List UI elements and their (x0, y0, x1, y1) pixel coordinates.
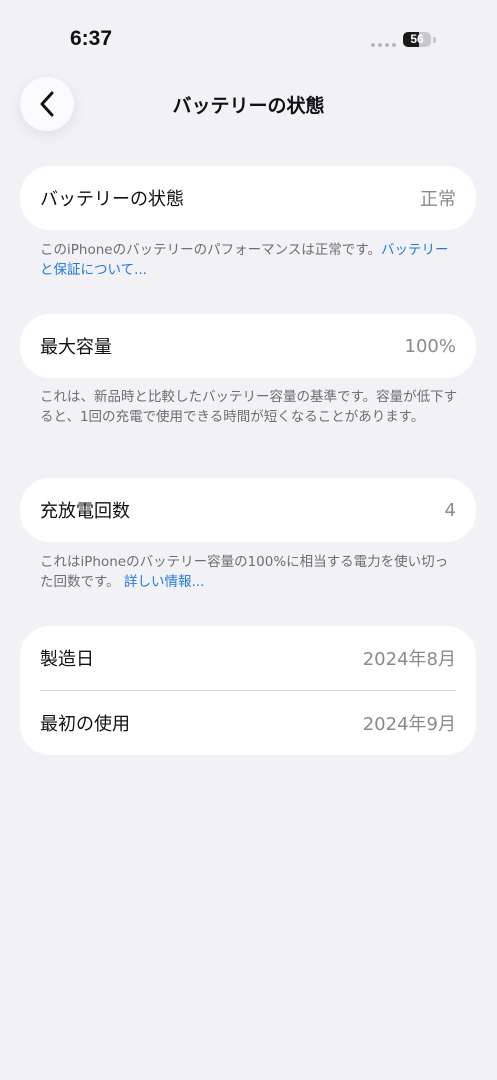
cycle-count-row: 充放電回数 4 (40, 478, 456, 542)
first-use-label: 最初の使用 (40, 714, 130, 735)
first-use-value: 2024年9月 (362, 714, 456, 735)
battery-health-card: バッテリーの状態 正常 (20, 166, 476, 230)
cellular-signal-icon (371, 43, 396, 47)
battery-level: 56 (410, 32, 424, 46)
more-info-link[interactable]: 詳しい情報... (124, 574, 204, 590)
max-capacity-footnote: これは、新品時と比較したバッテリー容量の基準です。容量が低下すると、1回の充電で… (40, 389, 458, 425)
max-capacity-row: 最大容量 100% (40, 314, 456, 378)
battery-health-label: バッテリーの状態 (40, 189, 184, 210)
max-capacity-value: 100% (404, 335, 456, 357)
cycle-count-value: 4 (444, 499, 456, 521)
max-capacity-card: 最大容量 100% (20, 314, 476, 378)
battery-health-footnote-text: このiPhoneのバッテリーのパフォーマンスは正常です。 (40, 242, 381, 258)
battery-health-value: 正常 (420, 189, 456, 210)
battery-icon: 56 (403, 32, 431, 47)
manufacture-date-value: 2024年8月 (362, 649, 456, 670)
cycle-count-label: 充放電回数 (40, 501, 130, 522)
status-bar: 6:37 56 (0, 0, 497, 70)
dates-card: 製造日 2024年8月 最初の使用 2024年9月 (20, 626, 476, 755)
cycle-count-card: 充放電回数 4 (20, 478, 476, 542)
manufacture-date-row: 製造日 2024年8月 (40, 626, 456, 690)
first-use-row: 最初の使用 2024年9月 (40, 691, 456, 755)
cycle-count-footnote-text: これはiPhoneのバッテリー容量の100%に相当する電力を使い切った回数です。 (40, 554, 449, 590)
battery-health-footnote: このiPhoneのバッテリーのパフォーマンスは正常です。バッテリーと保証について… (40, 240, 460, 280)
manufacture-date-label: 製造日 (40, 649, 94, 670)
cycle-count-footnote: これはiPhoneのバッテリー容量の100%に相当する電力を使い切った回数です。… (40, 552, 460, 592)
status-time: 6:37 (70, 27, 113, 50)
battery-health-row: バッテリーの状態 正常 (40, 166, 456, 230)
max-capacity-label: 最大容量 (40, 337, 112, 358)
battery-cap (433, 37, 436, 43)
page-title: バッテリーの状態 (172, 95, 325, 117)
